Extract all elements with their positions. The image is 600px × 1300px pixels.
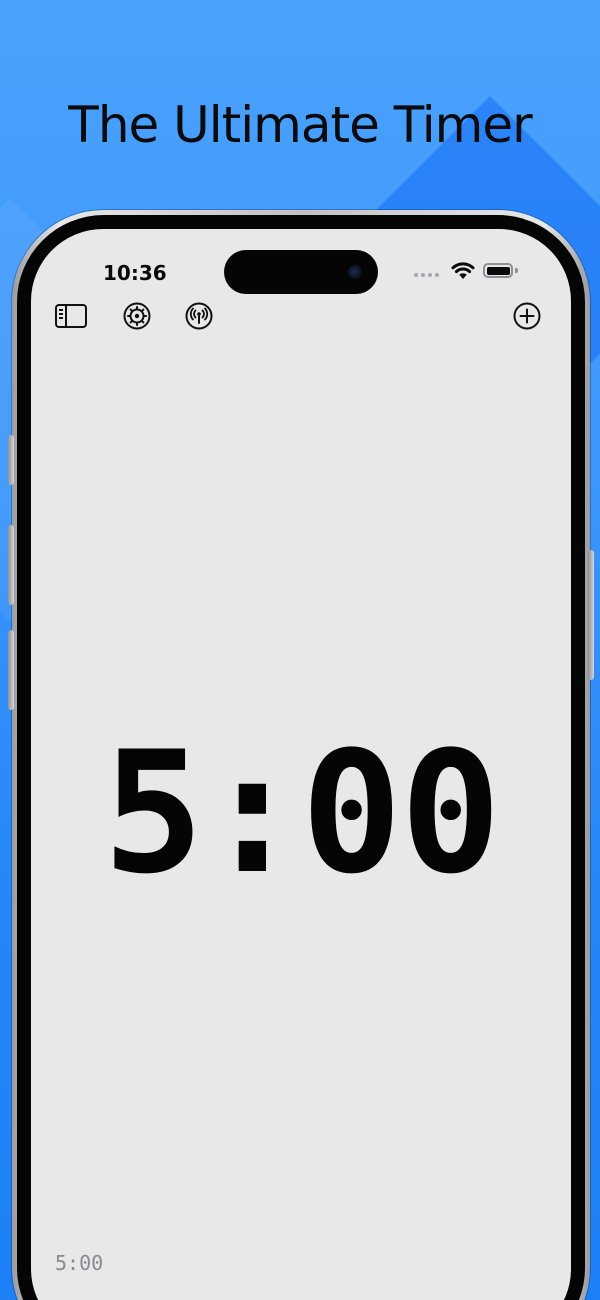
battery-level [486, 266, 510, 275]
settings-gear-icon [123, 302, 151, 330]
broadcast-icon [185, 302, 213, 330]
volume-up-button [8, 525, 14, 605]
signal-dots-icon [414, 273, 439, 277]
wifi-icon [451, 262, 475, 279]
sidebar-toggle-button[interactable] [54, 299, 88, 333]
app-screen: 10:36 5:00 5:00 [31, 229, 571, 1300]
sidebar-icon [55, 304, 87, 328]
timer-display[interactable]: 5:00 [31, 729, 571, 897]
add-timer-button[interactable] [510, 299, 544, 333]
settings-button[interactable] [120, 299, 154, 333]
phone-bezel: 10:36 5:00 5:00 [17, 215, 585, 1300]
broadcast-button[interactable] [182, 299, 216, 333]
power-button [588, 550, 594, 680]
action-button [8, 435, 14, 485]
front-camera-icon [348, 265, 362, 279]
timer-secondary-readout: 5:00 [55, 1251, 104, 1275]
dynamic-island [224, 250, 378, 294]
battery-icon [483, 263, 513, 278]
promo-headline: The Ultimate Timer [68, 96, 532, 154]
status-bar-time: 10:36 [103, 261, 167, 285]
volume-down-button [8, 630, 14, 710]
battery-nub [515, 268, 518, 273]
phone-frame: 10:36 5:00 5:00 [8, 210, 594, 1300]
add-circle-icon [513, 302, 541, 330]
